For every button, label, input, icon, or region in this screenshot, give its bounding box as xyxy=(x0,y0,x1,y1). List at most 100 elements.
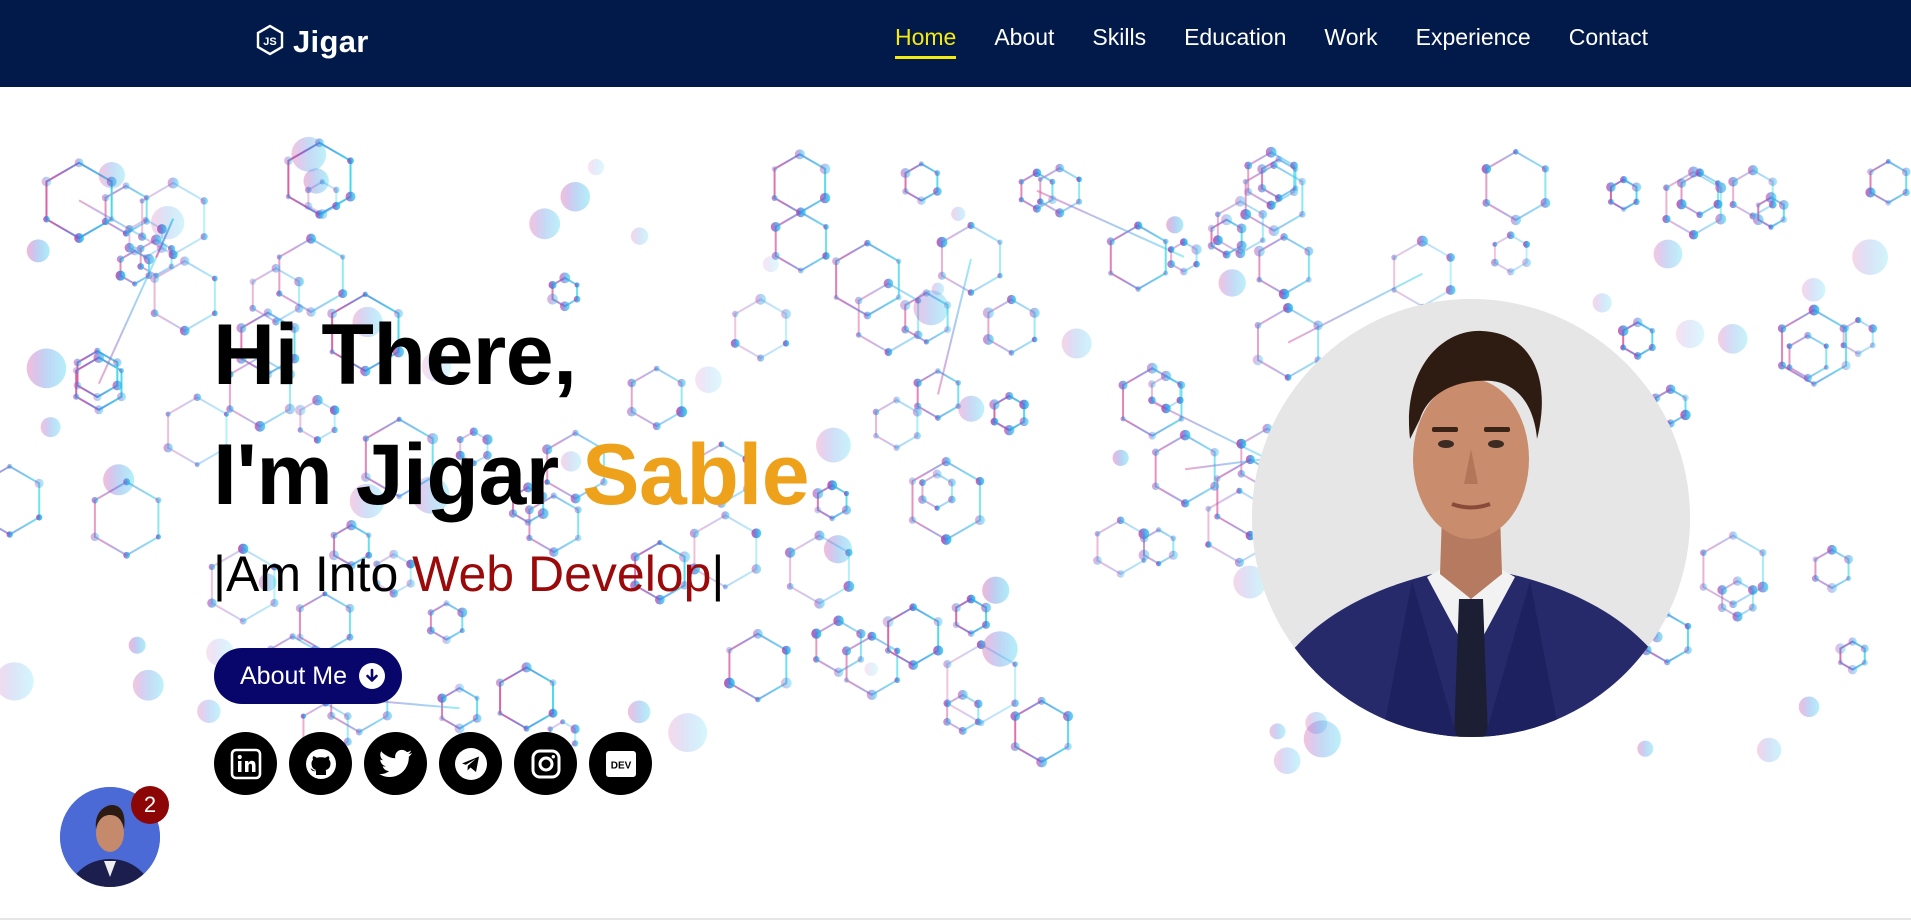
telegram-link[interactable] xyxy=(439,732,502,795)
network-node xyxy=(1777,324,1787,333)
network-node xyxy=(155,497,162,504)
network-node xyxy=(547,726,554,732)
network-node xyxy=(955,379,962,386)
network-node xyxy=(827,480,838,491)
network-node xyxy=(249,278,256,285)
network-bubble xyxy=(982,631,1018,667)
nav-link-home[interactable]: Home xyxy=(894,20,957,59)
network-node xyxy=(1168,550,1178,560)
nav-link-experience[interactable]: Experience xyxy=(1416,20,1531,55)
network-node xyxy=(900,299,911,311)
network-node xyxy=(1298,177,1307,186)
about-me-button[interactable]: About Me xyxy=(214,648,402,704)
dev-link[interactable]: DEV xyxy=(589,732,652,795)
network-hexagon xyxy=(921,472,953,510)
network-node xyxy=(884,647,892,654)
network-node xyxy=(819,163,831,175)
network-node xyxy=(1902,188,1910,197)
network-node xyxy=(937,271,947,280)
nav-link-work[interactable]: Work xyxy=(1324,20,1377,55)
network-node xyxy=(143,194,150,201)
network-node xyxy=(882,616,894,628)
network-node xyxy=(1620,176,1628,184)
network-node xyxy=(1729,600,1738,609)
nav-link-about[interactable]: About xyxy=(994,20,1054,55)
instagram-link[interactable] xyxy=(514,732,577,795)
network-node xyxy=(1684,646,1692,655)
network-node xyxy=(1116,569,1125,578)
network-node xyxy=(1867,168,1874,176)
network-node xyxy=(1747,165,1759,176)
network-hexagon xyxy=(987,298,1036,354)
network-bubble xyxy=(1675,319,1705,349)
network-node xyxy=(437,693,447,703)
nav-link-contact[interactable]: Contact xyxy=(1569,20,1648,55)
github-link[interactable] xyxy=(289,732,352,795)
network-node xyxy=(1161,403,1171,414)
svg-text:JS: JS xyxy=(263,36,276,48)
network-node xyxy=(841,505,852,515)
network-bubble xyxy=(1061,328,1092,359)
linkedin-icon xyxy=(230,748,261,779)
network-node xyxy=(115,270,126,281)
brand-logo[interactable]: JS Jigar xyxy=(255,22,369,62)
network-node xyxy=(894,677,901,684)
network-node xyxy=(122,182,130,190)
network-node xyxy=(1178,415,1185,422)
network-node xyxy=(1180,267,1188,276)
network-node xyxy=(913,330,923,340)
network-node xyxy=(982,307,994,319)
network-node xyxy=(439,715,445,722)
network-node xyxy=(560,719,566,725)
linkedin-link[interactable] xyxy=(214,732,277,795)
network-hexagon xyxy=(734,298,788,360)
network-node xyxy=(913,432,921,440)
nav-link-skills[interactable]: Skills xyxy=(1092,20,1146,55)
network-node xyxy=(1278,288,1290,300)
network-node xyxy=(1416,235,1428,247)
network-bubble xyxy=(913,290,949,326)
network-node xyxy=(101,217,110,226)
network-node xyxy=(1236,223,1247,234)
network-node xyxy=(1163,270,1169,276)
network-node xyxy=(1632,317,1643,328)
network-hexagon xyxy=(429,602,464,641)
network-node xyxy=(94,405,104,415)
network-node xyxy=(918,161,925,167)
network-node xyxy=(41,176,52,187)
network-node xyxy=(1019,399,1030,410)
network-node xyxy=(156,242,167,253)
network-node xyxy=(1179,429,1191,441)
network-node xyxy=(822,252,830,260)
network-bubble xyxy=(1717,324,1748,354)
network-node xyxy=(548,280,557,289)
twitter-link[interactable] xyxy=(364,732,427,795)
network-node xyxy=(1018,196,1025,203)
network-node xyxy=(1256,276,1263,283)
network-node xyxy=(1037,198,1044,206)
network-bubble xyxy=(1218,269,1246,297)
network-node xyxy=(943,660,952,669)
network-node xyxy=(872,408,880,416)
network-node xyxy=(932,469,942,479)
network-node xyxy=(981,602,992,613)
network-node xyxy=(74,158,84,168)
network-node xyxy=(1032,204,1042,213)
network-node xyxy=(1275,155,1283,163)
network-node xyxy=(1695,168,1705,177)
network-node xyxy=(771,166,778,172)
nav-link-education[interactable]: Education xyxy=(1184,20,1286,55)
network-node xyxy=(1617,325,1629,337)
network-node xyxy=(943,717,952,726)
network-node xyxy=(1205,541,1212,548)
network-node xyxy=(1778,361,1787,370)
network-node xyxy=(306,233,317,244)
network-node xyxy=(155,534,162,540)
network-node xyxy=(1854,350,1862,358)
network-node xyxy=(332,201,341,211)
network-node xyxy=(1011,699,1019,708)
network-node xyxy=(34,478,44,489)
network-node xyxy=(315,210,324,219)
network-node xyxy=(975,476,985,486)
network-node xyxy=(300,713,307,719)
